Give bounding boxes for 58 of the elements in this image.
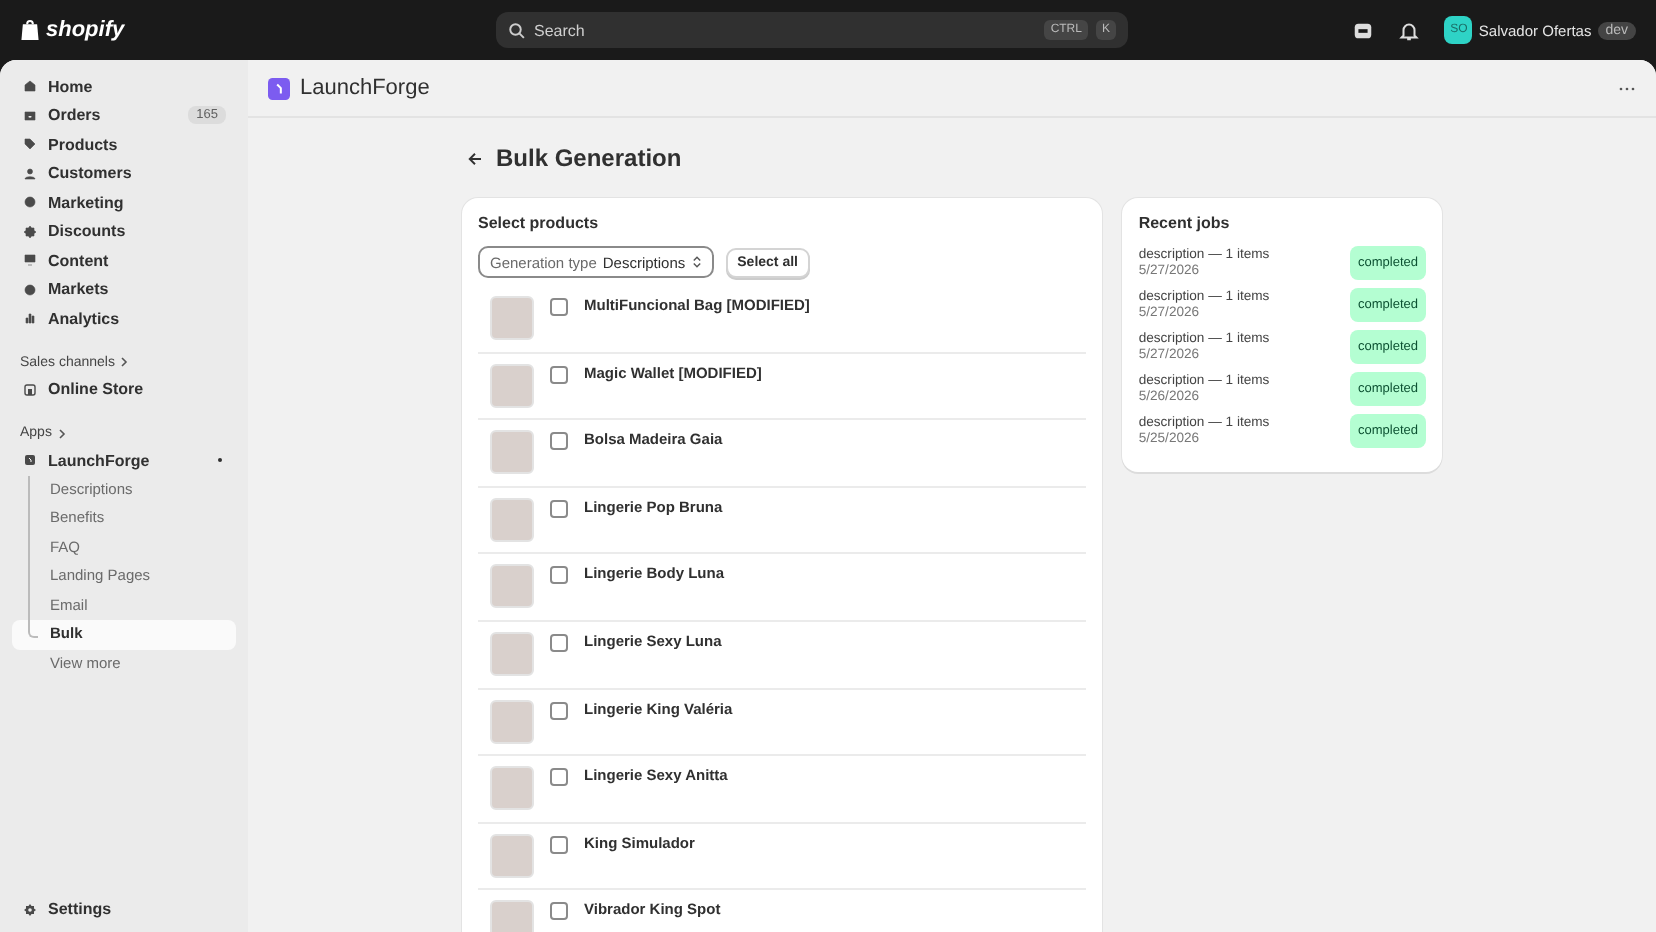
card-title: Select products: [478, 214, 601, 232]
checkbox[interactable]: [550, 768, 568, 787]
storefront-icon: [22, 381, 38, 398]
checkbox[interactable]: [550, 432, 568, 451]
checkbox[interactable]: [550, 701, 568, 720]
app-icon: [22, 452, 38, 469]
nav-item[interactable]: Settings: [12, 895, 236, 924]
photo-placeholder: [490, 296, 534, 340]
nav-item[interactable]: Content: [12, 246, 236, 275]
checkbox[interactable]: [550, 298, 568, 316]
photo-placeholder: [490, 766, 534, 811]
nav-icon: [22, 252, 38, 269]
settings-icon: [22, 901, 38, 918]
chevron-right-icon[interactable]: [120, 356, 129, 368]
logo-text: shopify: [46, 18, 125, 42]
checkbox[interactable]: [550, 902, 568, 921]
photo-placeholder: [490, 564, 534, 609]
checkbox[interactable]: [550, 365, 568, 384]
back-arrow-icon[interactable]: [466, 149, 484, 167]
search-input[interactable]: Search: [534, 21, 1037, 39]
nav-item[interactable]: Home: [12, 72, 236, 101]
nav-icon: [22, 107, 38, 124]
nav-item[interactable]: Analytics: [12, 304, 236, 333]
nav-item[interactable]: LaunchForge: [12, 446, 236, 475]
nav-icon: [22, 310, 38, 327]
bell-icon[interactable]: [1398, 19, 1421, 41]
photo-placeholder: [490, 833, 534, 878]
nav-icon: [22, 194, 38, 211]
nav-item[interactable]: Discounts: [12, 217, 236, 246]
photo-placeholder: [490, 900, 534, 932]
photo-placeholder: [490, 363, 534, 408]
nav-item[interactable]: Markets: [12, 275, 236, 304]
checkbox[interactable]: [550, 499, 568, 518]
nav-icon: [22, 281, 38, 298]
nav-icon: [22, 165, 38, 182]
nav-item[interactable]: Online Store: [12, 375, 236, 404]
photo-placeholder: [490, 497, 534, 542]
nav-item[interactable]: Marketing: [12, 188, 236, 217]
shopping-bag-icon: [20, 18, 40, 42]
chevron-right-icon[interactable]: [57, 427, 66, 439]
chevron-up-down-icon: [691, 254, 702, 270]
nav-icon: [22, 223, 38, 240]
nav-item[interactable]: Products: [12, 130, 236, 159]
nav-icon: [22, 78, 38, 95]
checkbox[interactable]: [550, 835, 568, 854]
app-title: LaunchForge: [300, 76, 430, 100]
photo-placeholder: [490, 430, 534, 475]
photo-placeholder: [490, 631, 534, 676]
store-icon[interactable]: [1352, 19, 1375, 41]
nav-icon: [22, 136, 38, 153]
card-title: Recent jobs: [1138, 214, 1232, 232]
checkbox[interactable]: [550, 633, 568, 652]
app-icon: [268, 77, 290, 99]
page-title: Bulk Generation: [496, 144, 682, 172]
nav-item[interactable]: Customers: [12, 159, 236, 188]
photo-placeholder: [490, 699, 534, 744]
search-icon: [508, 21, 526, 39]
checkbox[interactable]: [550, 566, 568, 585]
